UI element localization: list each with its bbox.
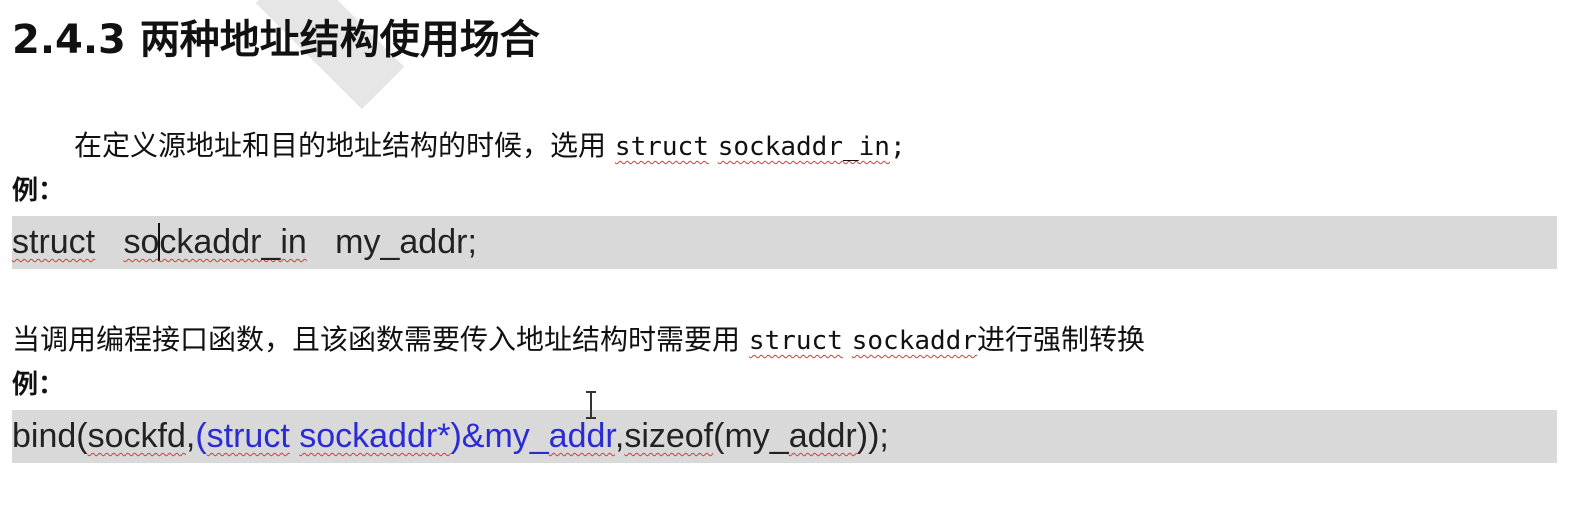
code-cast-sockaddr: sockaddr*: [299, 417, 451, 455]
code-keyword-struct: struct: [748, 326, 843, 356]
code-comma: ,: [614, 417, 625, 455]
paragraph-text: 在定义源地址和目的地址结构的时候，选用: [74, 129, 607, 162]
section-heading: 2.4.3 两种地址结构使用场合: [12, 17, 540, 63]
code-line-bind-call[interactable]: bind(sockfd,(struct sockaddr*)&my_addr,s…: [12, 410, 889, 463]
paragraph-sockaddr-cast[interactable]: 当调用编程接口函数，且该函数需要传入地址结构时需要用 struct sockad…: [12, 320, 1145, 361]
example-label: 例：: [12, 176, 65, 206]
code-bind: bind(: [12, 417, 88, 455]
code-keyword-struct: struct: [614, 132, 709, 162]
code-sockaddr-in-b: ckaddr_in: [159, 223, 307, 261]
code-type-sockaddr-in: sockaddr_in: [717, 132, 890, 162]
code-sockfd: sockfd: [87, 417, 186, 455]
code-sockaddr-in-a: so: [123, 223, 160, 261]
code-semicolon: ;: [889, 132, 906, 162]
code-comma: ,: [185, 417, 196, 455]
document-page: 2.4.3 两种地址结构使用场合 在定义源地址和目的地址结构的时候，选用 str…: [0, 0, 1577, 519]
code-line-declaration[interactable]: struct sockaddr_in my_addr;: [12, 216, 477, 269]
example-label: 例：: [12, 370, 65, 400]
code-sizeof-open: (my_: [713, 417, 789, 455]
code-tail: ));: [856, 417, 889, 455]
paragraph-sockaddr-in[interactable]: 在定义源地址和目的地址结构的时候，选用 struct sockaddr_in;: [74, 126, 906, 167]
code-struct: struct: [12, 223, 96, 261]
code-cast-struct: struct: [206, 417, 290, 455]
code-cast-open: (: [195, 417, 207, 455]
paragraph-text: 当调用编程接口函数，且该函数需要传入地址结构时需要用: [12, 323, 741, 356]
ibeam-cursor-icon: [584, 391, 598, 419]
code-sizeof: sizeof: [624, 417, 714, 455]
code-addr-2: addr: [788, 417, 857, 455]
paragraph-text-after: 进行强制转换: [976, 323, 1145, 356]
code-my-addr: my_addr;: [335, 223, 477, 261]
code-cast-close: )&my_: [450, 417, 549, 455]
code-addr: addr: [548, 417, 615, 455]
code-type-sockaddr: sockaddr: [851, 326, 977, 356]
